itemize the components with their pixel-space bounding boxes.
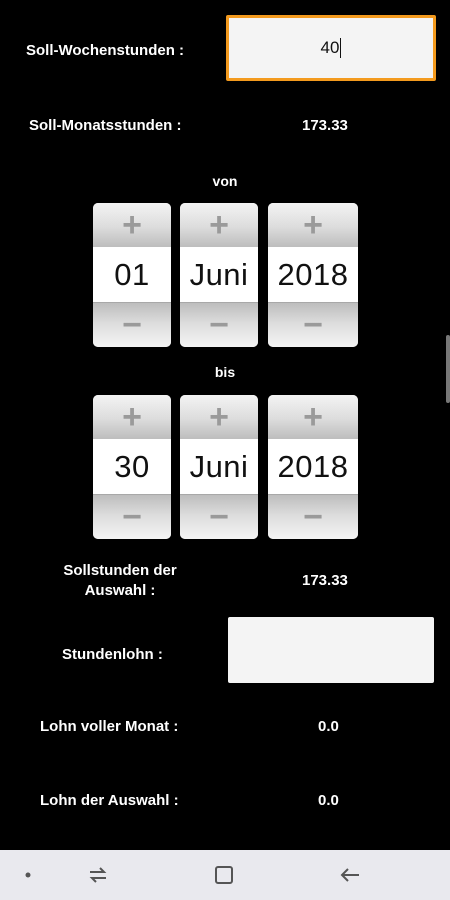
weekly-hours-label: Soll-Wochenstunden :: [26, 42, 185, 59]
from-label: von: [212, 173, 238, 189]
wage-full-month-value: 0.0: [318, 718, 339, 735]
from-day-minus-button[interactable]: −: [93, 302, 171, 347]
from-day-value: 01: [93, 247, 171, 303]
from-month-value: Juni: [180, 247, 258, 303]
back-icon[interactable]: [332, 850, 368, 900]
from-year-plus-button[interactable]: +: [268, 203, 358, 248]
hourly-wage-input[interactable]: [228, 617, 434, 683]
to-day-value: 30: [93, 439, 171, 495]
home-icon[interactable]: [206, 850, 242, 900]
to-day-plus-button[interactable]: +: [93, 395, 171, 440]
to-month-plus-button[interactable]: +: [180, 395, 258, 440]
to-year-spinner: + 2018 −: [268, 395, 358, 539]
to-year-minus-button[interactable]: −: [268, 494, 358, 539]
to-month-spinner: + Juni −: [180, 395, 258, 539]
from-year-minus-button[interactable]: −: [268, 302, 358, 347]
to-month-value: Juni: [180, 439, 258, 495]
from-month-plus-button[interactable]: +: [180, 203, 258, 248]
from-month-spinner: + Juni −: [180, 203, 258, 347]
dot-icon[interactable]: [14, 850, 42, 900]
to-year-plus-button[interactable]: +: [268, 395, 358, 440]
selection-hours-label-line1: Sollstunden der: [63, 562, 177, 579]
monthly-hours-label: Soll-Monatsstunden :: [29, 117, 182, 134]
from-year-value: 2018: [268, 247, 358, 303]
to-day-minus-button[interactable]: −: [93, 494, 171, 539]
from-month-minus-button[interactable]: −: [180, 302, 258, 347]
scroll-indicator[interactable]: [446, 335, 450, 403]
to-label: bis: [214, 364, 236, 380]
wage-selection-label: Lohn der Auswahl :: [40, 792, 179, 809]
selection-hours-label: Sollstunden der Auswahl :: [40, 561, 200, 601]
text-caret: [340, 38, 342, 58]
from-year-spinner: + 2018 −: [268, 203, 358, 347]
wage-full-month-label: Lohn voller Monat :: [40, 718, 179, 735]
weekly-hours-input[interactable]: 40: [226, 15, 436, 81]
monthly-hours-value: 173.33: [302, 117, 348, 134]
selection-hours-value: 173.33: [302, 572, 348, 589]
selection-hours-label-line2: Auswahl :: [84, 582, 156, 599]
weekly-hours-value: 40: [320, 38, 340, 57]
to-month-minus-button[interactable]: −: [180, 494, 258, 539]
hourly-wage-label: Stundenlohn :: [62, 646, 163, 663]
from-day-spinner: + 01 −: [93, 203, 171, 347]
navigation-bar: [0, 850, 450, 900]
to-day-spinner: + 30 −: [93, 395, 171, 539]
recent-apps-icon[interactable]: [80, 850, 116, 900]
from-day-plus-button[interactable]: +: [93, 203, 171, 248]
to-year-value: 2018: [268, 439, 358, 495]
wage-selection-value: 0.0: [318, 792, 339, 809]
